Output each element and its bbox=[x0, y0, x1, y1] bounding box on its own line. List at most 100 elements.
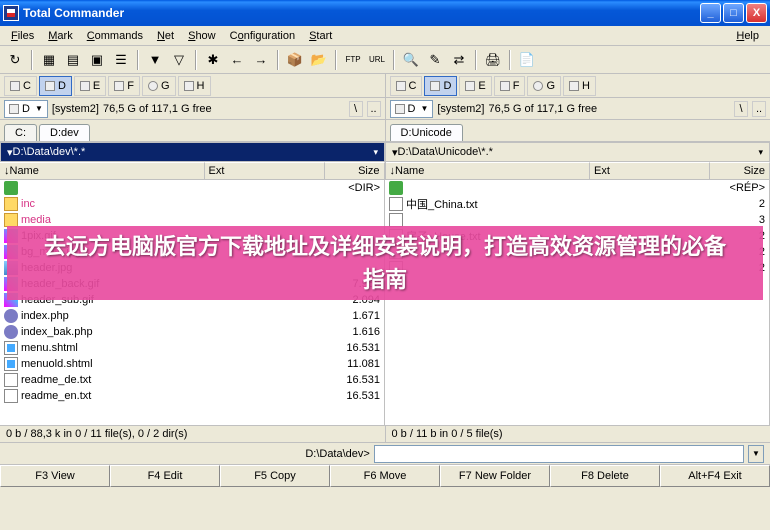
f4-edit[interactable]: F4 Edit bbox=[110, 465, 220, 487]
print-button[interactable]: 🖨 bbox=[482, 49, 504, 71]
f3-view[interactable]: F3 View bbox=[0, 465, 110, 487]
view-tree-button[interactable]: ☰ bbox=[110, 49, 132, 71]
left-drive-c[interactable]: C bbox=[4, 76, 37, 96]
menu-commands[interactable]: Commands bbox=[80, 28, 150, 44]
right-root-button[interactable]: \ bbox=[734, 101, 748, 117]
command-input[interactable] bbox=[374, 445, 744, 463]
right-file-panel[interactable]: <RÉP>中国_China.txt23房子_House.txt222 bbox=[385, 180, 770, 425]
file-name: readme_de.txt bbox=[21, 374, 204, 386]
select-button[interactable]: ✱ bbox=[202, 49, 224, 71]
file-name: menuold.shtml bbox=[21, 358, 204, 370]
title-bar: Total Commander _ □ X bbox=[0, 0, 770, 26]
file-row[interactable]: readme_en.txt16.531 bbox=[0, 388, 384, 404]
close-button[interactable]: X bbox=[746, 3, 767, 23]
up-icon bbox=[4, 181, 18, 195]
right-drive-f[interactable]: F bbox=[494, 76, 526, 96]
left-drive-g[interactable]: G bbox=[142, 76, 176, 96]
altf4-exit[interactable]: Alt+F4 Exit bbox=[660, 465, 770, 487]
view-brief-button[interactable]: ▦ bbox=[38, 49, 60, 71]
left-tab-0[interactable]: C: bbox=[4, 124, 37, 141]
file-size: <RÉP> bbox=[709, 182, 765, 194]
file-row[interactable]: index.php 1.671 bbox=[0, 308, 384, 324]
menu-files[interactable]: Files bbox=[4, 28, 41, 44]
menu-configuration[interactable]: Configuration bbox=[223, 28, 302, 44]
file-row[interactable]: index_bak.php1.616 bbox=[0, 324, 384, 340]
right-tab-0[interactable]: D:Unicode bbox=[390, 124, 463, 141]
left-drive-label: [system2] bbox=[52, 103, 99, 115]
left-col-ext[interactable]: Ext bbox=[205, 162, 325, 179]
right-path[interactable]: ▾D:\Data\Unicode\*.*▾ bbox=[385, 142, 770, 162]
sort-ext-button[interactable]: ▽ bbox=[168, 49, 190, 71]
file-name: 中国_China.txt bbox=[406, 196, 589, 212]
file-row[interactable]: menu.shtml16.531 bbox=[0, 340, 384, 356]
maximize-button[interactable]: □ bbox=[723, 3, 744, 23]
sync-button[interactable]: ⇄ bbox=[448, 49, 470, 71]
file-size: 2 bbox=[709, 198, 765, 210]
f6-move[interactable]: F6 Move bbox=[330, 465, 440, 487]
file-row[interactable]: <RÉP> bbox=[385, 180, 769, 196]
left-drive-d[interactable]: D bbox=[39, 76, 72, 96]
file-row[interactable]: <DIR> bbox=[0, 180, 384, 196]
forward-button[interactable]: → bbox=[250, 49, 272, 71]
left-drive-h[interactable]: H bbox=[178, 76, 211, 96]
unpack-button[interactable]: 📂 bbox=[308, 49, 330, 71]
file-name: index.php bbox=[21, 310, 204, 322]
refresh-button[interactable]: ↻ bbox=[4, 49, 26, 71]
left-path[interactable]: ▾D:\Data\dev\*.*▾ bbox=[0, 142, 385, 162]
window-title: Total Commander bbox=[23, 6, 700, 20]
left-tab-1[interactable]: D:dev bbox=[39, 124, 90, 141]
right-drive-h[interactable]: H bbox=[563, 76, 596, 96]
right-up-button[interactable]: .. bbox=[752, 101, 766, 117]
rename-button[interactable]: ✎ bbox=[424, 49, 446, 71]
menu-show[interactable]: Show bbox=[181, 28, 223, 44]
f5-copy[interactable]: F5 Copy bbox=[220, 465, 330, 487]
file-size: 1.671 bbox=[324, 310, 380, 322]
menu-start[interactable]: Start bbox=[302, 28, 339, 44]
menu-help[interactable]: Help bbox=[729, 28, 766, 44]
right-drive-c[interactable]: C bbox=[390, 76, 423, 96]
left-root-button[interactable]: \ bbox=[349, 101, 363, 117]
view-thumbs-button[interactable]: ▣ bbox=[86, 49, 108, 71]
file-name: media bbox=[21, 214, 204, 226]
file-name: inc bbox=[21, 198, 204, 210]
right-drive-g[interactable]: G bbox=[527, 76, 561, 96]
dir-icon bbox=[4, 213, 18, 227]
right-col-name[interactable]: ↓Name bbox=[386, 162, 591, 179]
left-up-button[interactable]: .. bbox=[367, 101, 381, 117]
file-row[interactable]: 中国_China.txt 2 bbox=[385, 196, 769, 212]
left-col-name[interactable]: ↓Name bbox=[0, 162, 205, 179]
right-drive-select[interactable]: D▼ bbox=[390, 100, 434, 118]
toolbar: ↻ ▦ ▤ ▣ ☰ ▼ ▽ ✱ ← → 📦 📂 FTP URL 🔍 ✎ ⇄ 🖨 … bbox=[0, 46, 770, 74]
left-col-size[interactable]: Size bbox=[325, 162, 385, 179]
left-file-panel[interactable]: <DIR>incmedia1pix.gifbg_main.jpgheader.j… bbox=[0, 180, 385, 425]
f7-newfolder[interactable]: F7 New Folder bbox=[440, 465, 550, 487]
right-col-size[interactable]: Size bbox=[710, 162, 770, 179]
left-drive-select[interactable]: D▼ bbox=[4, 100, 48, 118]
command-line: D:\Data\dev> ▼ bbox=[0, 443, 770, 465]
file-row[interactable]: readme_de.txt16.531 bbox=[0, 372, 384, 388]
right-status: 0 b / 11 b in 0 / 5 file(s) bbox=[386, 426, 770, 442]
left-drive-e[interactable]: E bbox=[74, 76, 106, 96]
file-name: readme_en.txt bbox=[21, 390, 204, 402]
ftp-button[interactable]: FTP bbox=[342, 49, 364, 71]
menu-mark[interactable]: Mark bbox=[41, 28, 79, 44]
right-drive-d[interactable]: D bbox=[424, 76, 457, 96]
notepad-button[interactable]: 📄 bbox=[516, 49, 538, 71]
file-row[interactable]: menuold.shtml11.081 bbox=[0, 356, 384, 372]
left-drive-f[interactable]: F bbox=[108, 76, 140, 96]
command-dropdown[interactable]: ▼ bbox=[748, 445, 764, 463]
url-button[interactable]: URL bbox=[366, 49, 388, 71]
view-full-button[interactable]: ▤ bbox=[62, 49, 84, 71]
back-button[interactable]: ← bbox=[226, 49, 248, 71]
sort-name-button[interactable]: ▼ bbox=[144, 49, 166, 71]
file-row[interactable]: inc bbox=[0, 196, 384, 212]
left-status: 0 b / 88,3 k in 0 / 11 file(s), 0 / 2 di… bbox=[0, 426, 386, 442]
file-size: 1.616 bbox=[324, 326, 380, 338]
menu-net[interactable]: Net bbox=[150, 28, 181, 44]
f8-delete[interactable]: F8 Delete bbox=[550, 465, 660, 487]
right-drive-e[interactable]: E bbox=[459, 76, 491, 96]
search-button[interactable]: 🔍 bbox=[400, 49, 422, 71]
pack-button[interactable]: 📦 bbox=[284, 49, 306, 71]
right-col-ext[interactable]: Ext bbox=[590, 162, 710, 179]
minimize-button[interactable]: _ bbox=[700, 3, 721, 23]
